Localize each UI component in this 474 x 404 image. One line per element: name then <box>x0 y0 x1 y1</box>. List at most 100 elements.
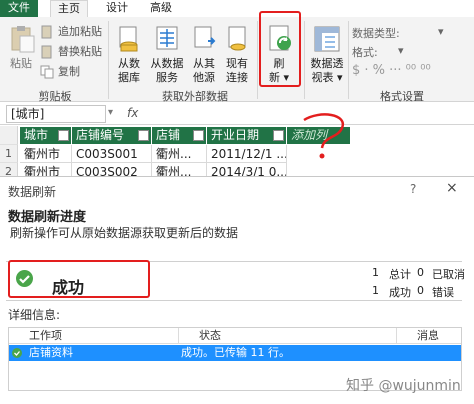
refresh-dialog: 数据刷新 ? × 数据刷新进度 刷新操作可从原始数据源获取更新后的数据 成功 1… <box>0 176 474 404</box>
success-label: 成功 <box>389 286 411 299</box>
column-header-label: 城市 <box>24 128 49 142</box>
column-header-open-date[interactable]: 开业日期 <box>207 127 287 144</box>
row-status: 成功。已传输 11 行。 <box>181 346 290 359</box>
from-service-line1: 从数据 <box>150 57 184 70</box>
error-label: 错误 <box>432 286 454 299</box>
group-separator <box>348 21 349 99</box>
ribbon: 粘贴 追加粘贴 替换粘贴 复制 剪贴板 从数 据库 从数据 服务 从其 他源 现… <box>0 11 474 103</box>
watermark: 知乎 @wujunmin <box>346 378 461 394</box>
grid-header-status[interactable]: 状态 <box>179 328 397 344</box>
paste-button[interactable]: 粘贴 <box>6 23 36 71</box>
external-data-group-label: 获取外部数据 <box>162 90 228 103</box>
success-annotation-box <box>8 260 150 298</box>
copy-label: 复制 <box>58 65 80 78</box>
append-paste-icon <box>41 25 52 39</box>
data-preview-grid: 城市 店铺编号 店铺 开业日期 添加列 1 衢州市 C003S001 衢州...… <box>0 113 474 182</box>
cell[interactable]: C003S001 <box>72 145 152 163</box>
replace-paste-button[interactable]: 替换粘贴 <box>38 43 102 61</box>
pivot-line1: 数据透 <box>310 57 344 70</box>
database-icon <box>119 26 138 52</box>
error-count: 0 <box>417 284 424 297</box>
status-panel: 成功 1 总计 0 已取消 1 成功 0 错误 <box>6 260 465 301</box>
ribbon-tab-bar: 文件 主页 设计 高级 <box>0 0 474 17</box>
data-type-label: 数据类型: <box>352 27 400 40</box>
column-header-store-id[interactable]: 店铺编号 <box>72 127 152 144</box>
existing-connections-icon <box>228 26 246 51</box>
filter-dropdown-icon[interactable] <box>273 130 284 141</box>
dialog-heading: 数据刷新进度 <box>8 210 87 225</box>
copy-icon <box>40 65 54 79</box>
grid-header-message[interactable]: 消息 <box>397 328 461 344</box>
copy-button[interactable]: 复制 <box>38 63 80 81</box>
corner-cell[interactable] <box>0 126 18 145</box>
format-dropdown-icon[interactable]: ▾ <box>398 44 404 57</box>
column-header-label: 店铺 <box>156 128 181 142</box>
existing-line2: 连接 <box>226 71 248 84</box>
column-header-city[interactable]: 城市 <box>20 127 72 144</box>
refresh-annotation-box <box>259 11 301 87</box>
pivot-table-button[interactable]: 数据透 视表 ▾ <box>308 23 346 85</box>
formula-bar: [城市] ▾ fx <box>0 103 474 125</box>
row-success-icon <box>12 348 22 358</box>
row-work-item: 店铺资料 <box>29 346 73 359</box>
tab-home[interactable]: 主页 <box>50 0 88 17</box>
filter-dropdown-icon[interactable] <box>58 130 69 141</box>
other-sources-icon <box>194 26 216 48</box>
close-icon[interactable]: × <box>446 180 458 196</box>
from-service-line2: 服务 <box>156 71 178 84</box>
fx-icon[interactable]: fx <box>127 106 138 120</box>
pivot-table-icon <box>314 26 340 52</box>
number-format-icons: $ · % ··· ⁰⁰ ⁰⁰ <box>352 63 431 78</box>
table-row[interactable]: 店铺资料 成功。已传输 11 行。 <box>9 345 461 361</box>
tab-design[interactable]: 设计 <box>98 0 136 17</box>
column-header-label: 店铺编号 <box>76 128 125 142</box>
tab-advanced[interactable]: 高级 <box>142 0 180 17</box>
replace-paste-label: 替换粘贴 <box>58 45 102 58</box>
from-other-sources-button[interactable]: 从其 他源 <box>188 23 220 85</box>
paste-label: 粘贴 <box>10 57 32 70</box>
dialog-description: 刷新操作可从原始数据源获取更新后的数据 <box>10 226 239 240</box>
stopped-count: 0 <box>417 266 424 279</box>
from-other-line2: 他源 <box>193 71 215 84</box>
from-database-button[interactable]: 从数 据库 <box>112 23 146 85</box>
cell[interactable]: 2011/12/1 ... <box>207 145 287 163</box>
clipboard-icon <box>11 26 35 53</box>
group-separator <box>108 21 109 99</box>
from-other-line1: 从其 <box>193 57 215 70</box>
name-box[interactable]: [城市] <box>6 105 106 123</box>
tab-file[interactable]: 文件 <box>0 0 38 17</box>
filter-dropdown-icon[interactable] <box>193 130 204 141</box>
cell[interactable]: 衢州市 <box>20 145 72 163</box>
row-number[interactable]: 1 <box>0 145 18 163</box>
clipboard-group-label: 剪贴板 <box>38 90 72 103</box>
filter-dropdown-icon[interactable] <box>138 130 149 141</box>
dialog-title: 数据刷新 <box>8 185 57 199</box>
from-db-line1: 从数 <box>118 57 140 70</box>
append-paste-button[interactable]: 追加粘贴 <box>38 23 102 41</box>
existing-line1: 现有 <box>226 57 248 70</box>
grid-header-work-item[interactable]: 工作项 <box>9 328 179 344</box>
from-db-line2: 据库 <box>118 71 140 84</box>
from-data-service-button[interactable]: 从数据 服务 <box>148 23 186 85</box>
existing-connections-button[interactable]: 现有 连接 <box>222 23 252 85</box>
total-count: 1 <box>372 266 379 279</box>
pivot-line2: 视表 ▾ <box>311 71 343 84</box>
question-mark-annotation <box>303 113 344 159</box>
replace-paste-icon <box>41 45 52 59</box>
cell[interactable]: 衢州... <box>152 145 207 163</box>
stopped-label: 已取消 <box>432 268 465 281</box>
help-icon[interactable]: ? <box>410 182 416 196</box>
group-separator <box>257 21 258 99</box>
column-header-store[interactable]: 店铺 <box>152 127 207 144</box>
data-service-icon <box>156 26 178 50</box>
details-label: 详细信息: <box>8 308 61 322</box>
format-group-label: 格式设置 <box>380 90 424 103</box>
success-count: 1 <box>372 284 379 297</box>
column-header-label: 开业日期 <box>211 128 260 142</box>
append-paste-label: 追加粘贴 <box>58 25 102 38</box>
total-label: 总计 <box>389 268 411 281</box>
format-label: 格式: <box>352 46 378 59</box>
data-type-dropdown-icon[interactable]: ▾ <box>438 25 444 38</box>
group-separator <box>304 21 305 99</box>
name-box-dropdown-icon[interactable]: ▾ <box>108 107 113 118</box>
